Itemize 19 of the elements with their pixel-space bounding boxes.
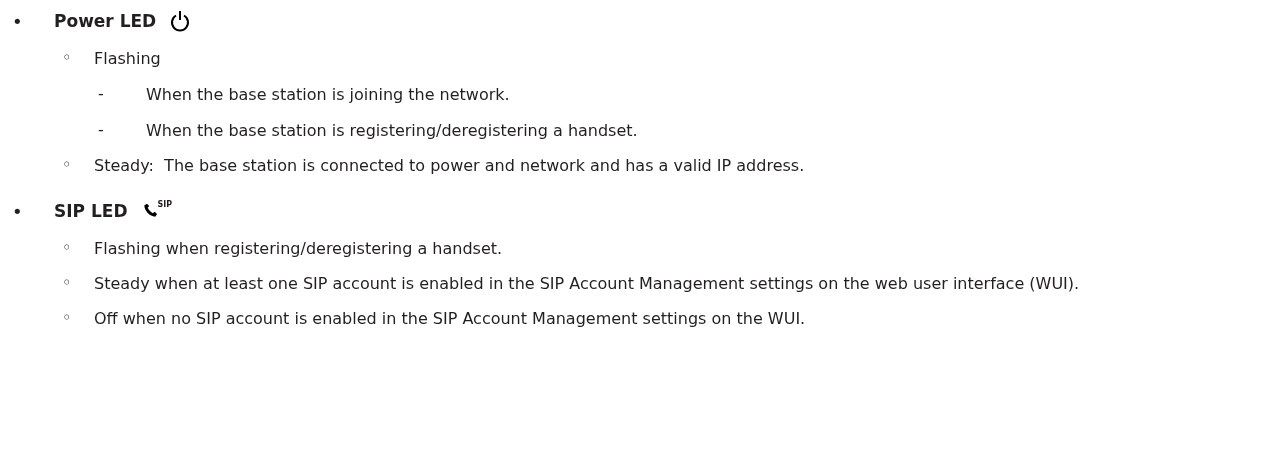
bullet: - <box>98 120 105 139</box>
bullet: ◦ <box>62 48 73 67</box>
section-heading: Power LED <box>54 11 157 31</box>
list-text: When the base station is joining the network. <box>146 84 510 105</box>
list-text: Flashing <box>94 48 161 69</box>
bullet: ◦ <box>62 238 73 257</box>
section-heading: SIP LED <box>54 201 128 221</box>
bullet: • <box>11 10 24 32</box>
bullet: - <box>98 84 105 103</box>
power-icon <box>170 10 191 32</box>
list-text: Off when no SIP account is enabled in the SIP Account Management settings on the WUI. <box>94 308 806 329</box>
list-text: Steady when at least one SIP account is enabled in the SIP Account Management settings on the web user interface (WUI). <box>94 273 1080 294</box>
list-text: Steady: The base station is connected to power and network and has a valid IP address. <box>94 155 805 176</box>
bullet: ◦ <box>62 155 73 174</box>
bullet: ◦ <box>62 273 73 292</box>
list-text: Flashing when registering/deregistering a handset. <box>94 238 503 259</box>
bullet: ◦ <box>62 308 73 327</box>
list-text: When the base station is registering/deregistering a handset. <box>146 120 638 141</box>
bullet: • <box>11 200 24 222</box>
